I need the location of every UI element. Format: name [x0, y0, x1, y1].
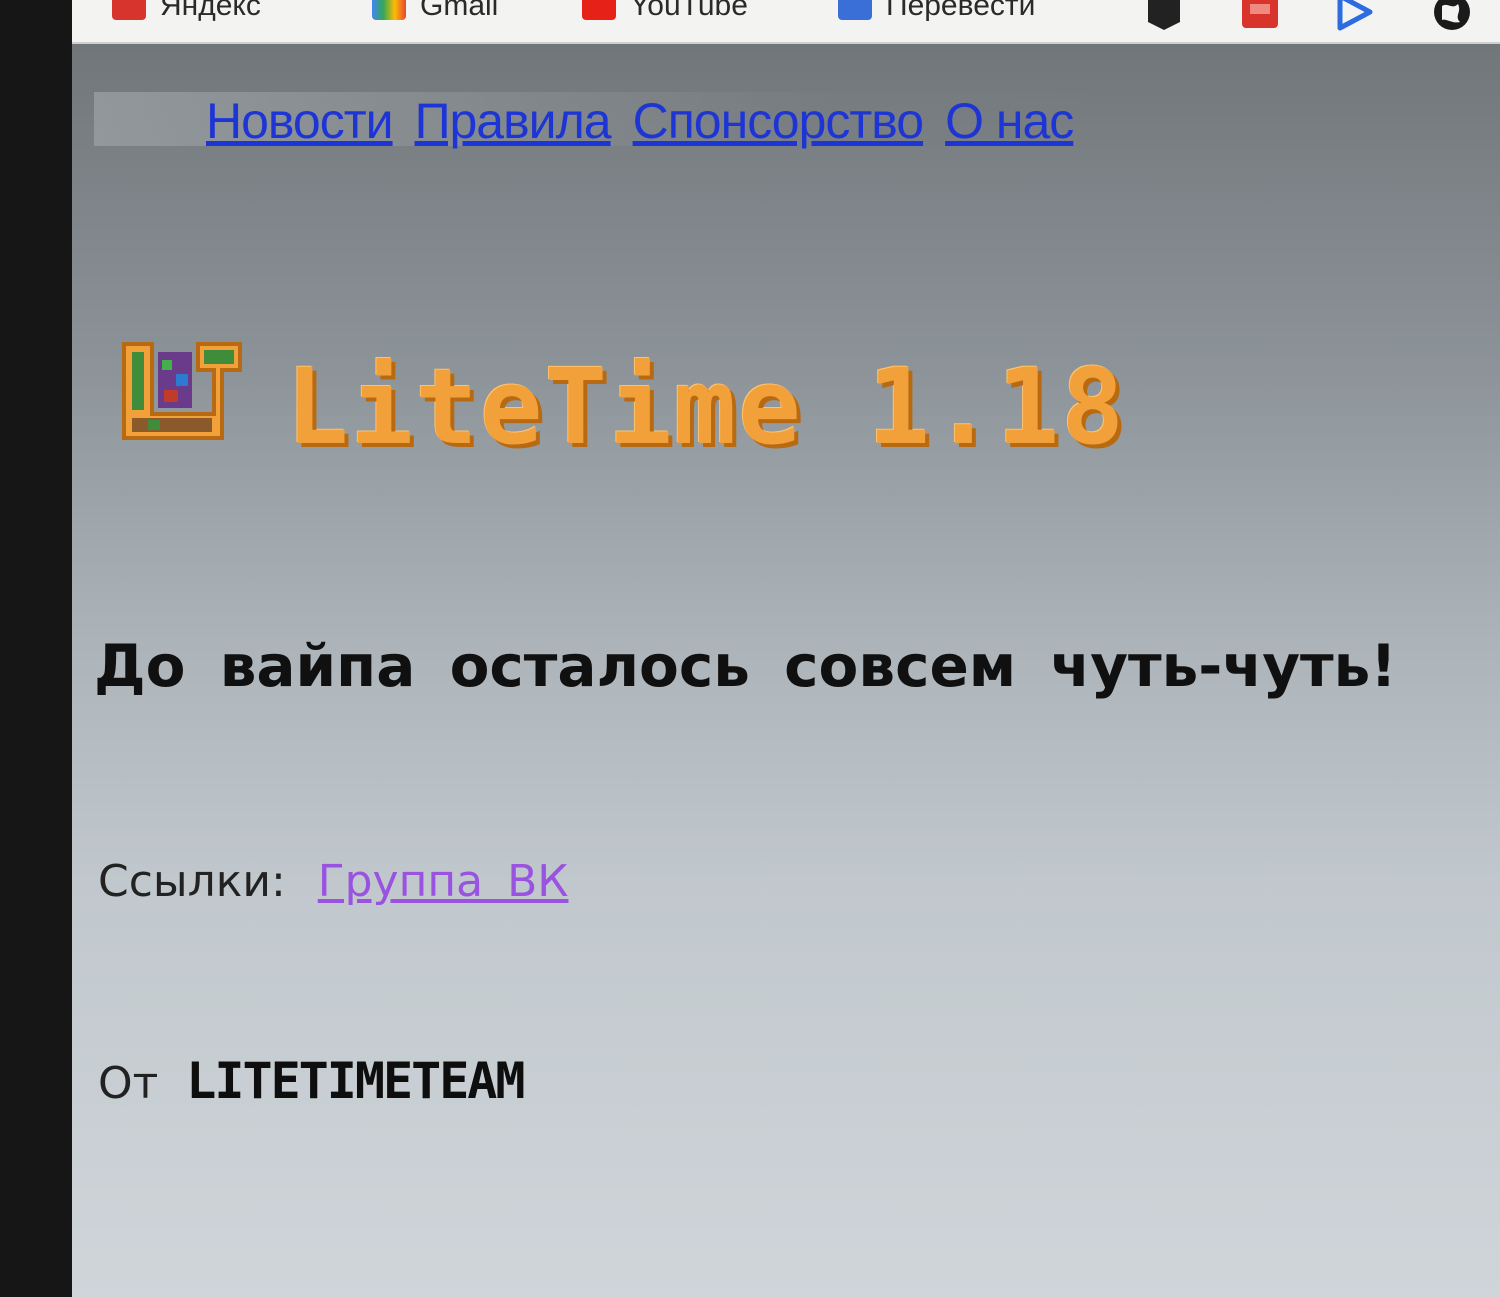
yandex-icon: [112, 0, 146, 20]
bookmark-yandex[interactable]: Яндекс: [112, 0, 261, 26]
bookmark-gmail[interactable]: Gmail: [372, 0, 498, 26]
globe-icon[interactable]: [1432, 0, 1472, 32]
play-icon[interactable]: [1334, 0, 1374, 32]
bookmark-translate[interactable]: Перевести: [838, 0, 1035, 26]
vk-group-link[interactable]: Группа ВК: [318, 856, 569, 907]
browser-viewport: Яндекс Gmail YouTube Перевести Новости П…: [72, 0, 1500, 1297]
extension-shield-icon[interactable]: [1144, 0, 1184, 32]
nav-link-about[interactable]: О нас: [945, 92, 1074, 150]
gmail-icon: [372, 0, 406, 20]
nav-link-sponsorship[interactable]: Спонсорство: [633, 92, 924, 150]
bookmark-youtube[interactable]: YouTube: [582, 0, 748, 26]
links-label: Ссылки:: [98, 856, 286, 907]
logo-title: LiteTime 1.18: [286, 346, 1126, 468]
nav-link-news[interactable]: Новости: [206, 92, 394, 150]
nav-link-rules[interactable]: Правила: [415, 92, 612, 150]
site-nav: Новости Правила Спонсорство О нас: [206, 92, 1074, 150]
bookmarks-bar: Яндекс Gmail YouTube Перевести: [72, 0, 1500, 44]
translate-icon: [838, 0, 872, 20]
bookmark-label: YouTube: [630, 0, 748, 22]
litetime-logo-icon: [122, 342, 242, 440]
team-name: LITETIMETEAM: [186, 1052, 525, 1110]
wipe-countdown-message: До вайпа осталось совсем чуть-чуть!: [94, 632, 1397, 700]
links-row: Ссылки: Группа ВК: [98, 856, 569, 907]
bookmark-label: Gmail: [420, 0, 499, 22]
bookmark-label: Перевести: [886, 0, 1036, 22]
youtube-icon: [582, 0, 616, 20]
extension-red-icon[interactable]: [1240, 0, 1280, 32]
bookmark-label: Яндекс: [160, 0, 261, 22]
author-row: От LITETIMETEAM: [98, 1052, 526, 1110]
author-prefix: От: [98, 1058, 159, 1109]
